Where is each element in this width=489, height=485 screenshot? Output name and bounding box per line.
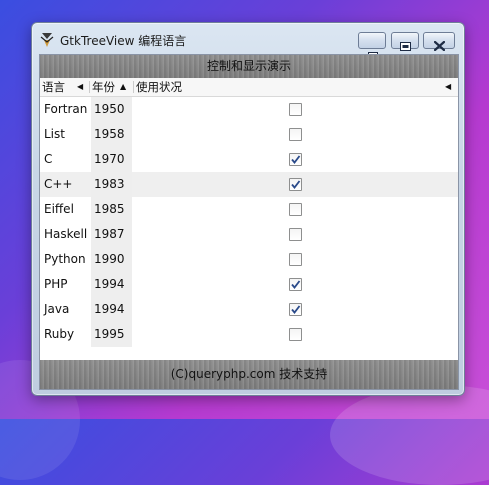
header-banner: 控制和显示演示: [40, 55, 458, 78]
table-row[interactable]: Fortran 1950: [40, 97, 458, 122]
column-header-language[interactable]: 语言: [42, 78, 65, 96]
cell-year: 1958: [91, 122, 132, 147]
usage-checkbox[interactable]: [289, 128, 302, 141]
cell-year: 1995: [91, 322, 132, 347]
close-button[interactable]: [423, 32, 455, 52]
checkmark-icon: [291, 280, 301, 289]
table-row[interactable]: C 1970: [40, 147, 458, 172]
footer-banner: (C)queryphp.com 技术支持: [40, 360, 458, 389]
column-header-year[interactable]: 年份: [92, 78, 115, 96]
title-bar[interactable]: GtkTreeView 编程语言: [32, 23, 464, 56]
gtk-app-icon: [40, 32, 54, 48]
sort-left-arrow-icon[interactable]: ◀: [77, 78, 83, 96]
cell-language: Fortran: [44, 102, 88, 116]
app-window: GtkTreeView 编程语言 控制和显示演示 语言 ◀ 年份 ▲ 使用状况: [31, 22, 465, 396]
table-row[interactable]: Eiffel 1985: [40, 197, 458, 222]
cell-language: C: [44, 152, 53, 166]
table-row[interactable]: List 1958: [40, 122, 458, 147]
column-header-row: 语言 ◀ 年份 ▲ 使用状况 ◀: [40, 78, 458, 97]
cell-language: Ruby: [44, 327, 75, 341]
table-row[interactable]: Ruby 1995: [40, 322, 458, 347]
tree-view-rows: Fortran 1950 List 1958 C 1970 C++ 1983 E…: [40, 97, 458, 347]
cell-year: 1985: [91, 197, 132, 222]
sort-left-arrow-icon[interactable]: ◀: [445, 78, 451, 96]
table-row-selected[interactable]: C++ 1983: [40, 172, 458, 197]
cell-year: 1994: [91, 297, 132, 322]
usage-checkbox[interactable]: [289, 278, 302, 291]
cell-year: 1990: [91, 247, 132, 272]
column-divider[interactable]: [89, 81, 90, 93]
close-icon: [433, 36, 446, 55]
maximize-icon: [400, 36, 411, 55]
table-row[interactable]: PHP 1994: [40, 272, 458, 297]
desktop-glow: [330, 385, 489, 485]
cell-language: C++: [44, 177, 73, 191]
cell-year: 1987: [91, 222, 132, 247]
cell-language: PHP: [44, 277, 68, 291]
cell-language: List: [44, 127, 65, 141]
usage-checkbox[interactable]: [289, 153, 302, 166]
minimize-button[interactable]: [358, 32, 386, 56]
table-row[interactable]: Haskell 1987: [40, 222, 458, 247]
usage-checkbox[interactable]: [289, 178, 302, 191]
cell-year: 1994: [91, 272, 132, 297]
sort-up-arrow-icon[interactable]: ▲: [120, 78, 126, 96]
cell-language: Haskell: [44, 227, 88, 241]
usage-checkbox[interactable]: [289, 203, 302, 216]
usage-checkbox[interactable]: [289, 103, 302, 116]
column-header-usage[interactable]: 使用状况: [136, 78, 182, 96]
usage-checkbox[interactable]: [289, 303, 302, 316]
cell-year: 1970: [91, 147, 132, 172]
cell-language: Java: [44, 302, 70, 316]
checkmark-icon: [291, 305, 301, 314]
checkmark-icon: [291, 180, 301, 189]
usage-checkbox[interactable]: [289, 253, 302, 266]
maximize-button[interactable]: [391, 32, 419, 51]
table-row[interactable]: Python 1990: [40, 247, 458, 272]
column-divider[interactable]: [133, 81, 134, 93]
cell-year: 1983: [91, 172, 132, 197]
window-title: GtkTreeView 编程语言: [60, 34, 187, 48]
cell-language: Eiffel: [44, 202, 74, 216]
checkmark-icon: [291, 155, 301, 164]
cell-language: Python: [44, 252, 86, 266]
table-row[interactable]: Java 1994: [40, 297, 458, 322]
usage-checkbox[interactable]: [289, 228, 302, 241]
usage-checkbox[interactable]: [289, 328, 302, 341]
cell-year: 1950: [91, 97, 132, 122]
client-area: 控制和显示演示 语言 ◀ 年份 ▲ 使用状况 ◀ Fortran 1950 Li…: [39, 54, 459, 390]
